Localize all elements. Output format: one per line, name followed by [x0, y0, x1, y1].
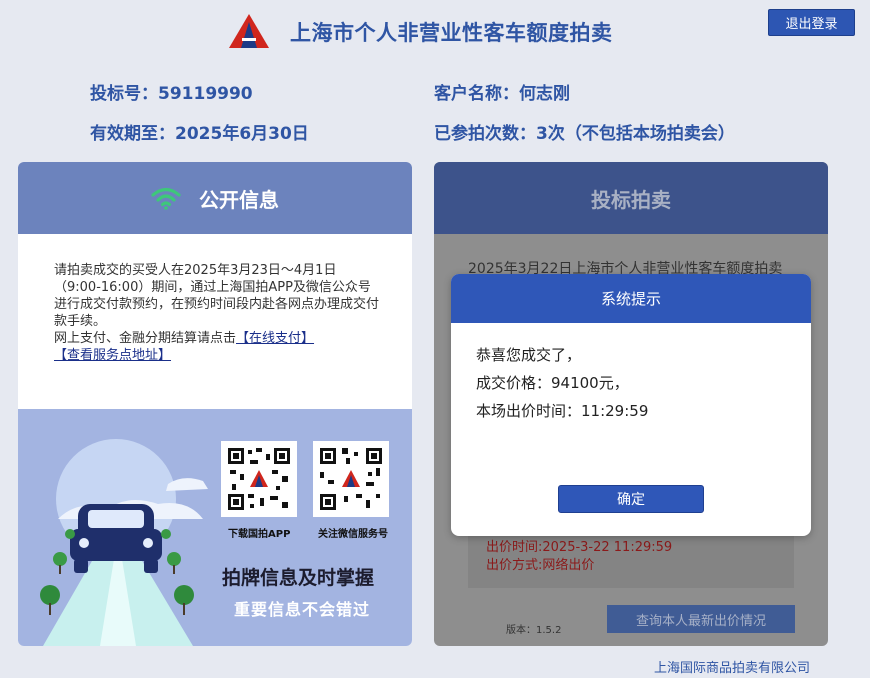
logout-button[interactable]: 退出登录 — [768, 9, 855, 36]
bid-number-label: 投标号： — [90, 84, 158, 104]
customer-name-value: 何志刚 — [519, 84, 570, 104]
customer-name-info: 客户名称：何志刚 — [434, 79, 570, 104]
promo-slogan-sub: 重要信息不会错过 — [234, 600, 371, 619]
valid-until-value: 2025年6月30日 — [175, 124, 309, 144]
promo-slogan-main: 拍牌信息及时掌握 — [222, 567, 375, 589]
wechat-qr-code — [313, 441, 389, 517]
footer-company: 上海国际商品拍卖有限公司 — [654, 661, 811, 676]
valid-until-info: 有效期至：2025年6月30日 — [90, 119, 309, 144]
bid-method-text: 出价方式:网络出价 — [486, 558, 595, 573]
auction-count-value: 3次（不包括本场拍卖会） — [536, 124, 735, 144]
bid-panel-title: 投标拍卖 — [591, 187, 671, 212]
dialog-price-text: 成交价格：94100元， — [476, 374, 629, 392]
app-qr-code — [221, 441, 297, 517]
auction-logo-icon — [229, 14, 269, 48]
car-illustration — [40, 439, 208, 646]
version-label: 版本：1.5.2 — [506, 625, 562, 636]
notice-paragraph: 请拍卖成交的买受人在2025年3月23日～4月1日（9:00-16:00）期间，… — [54, 263, 380, 329]
app-qr-label: 下载国拍APP — [228, 529, 291, 540]
auction-count-info: 已参拍次数：3次（不包括本场拍卖会） — [434, 119, 735, 144]
service-address-link[interactable]: 【查看服务点地址】 — [54, 348, 171, 363]
site-title: 上海市个人非营业性客车额度拍卖 — [290, 21, 613, 45]
notice-text-block: 请拍卖成交的买受人在2025年3月23日～4月1日（9:00-16:00）期间，… — [18, 234, 412, 409]
dialog-time-text: 本场出价时间：11:29:59 — [476, 402, 649, 420]
bid-number-value: 59119990 — [158, 84, 253, 104]
online-payment-text: 网上支付、金融分期结算请点击 — [54, 331, 237, 346]
public-info-title: 公开信息 — [199, 187, 279, 212]
header: 上海市个人非营业性客车额度拍卖 退出登录 — [0, 0, 870, 66]
wechat-qr-label: 关注微信服务号 — [318, 529, 388, 540]
wifi-icon — [151, 187, 181, 210]
bid-time-text: 出价时间:2025-3-22 11:29:59 — [486, 540, 673, 555]
online-payment-link[interactable]: 【在线支付】 — [236, 331, 314, 346]
public-info-panel: 公开信息 请拍卖成交的买受人在2025年3月23日～4月1日（9:00-16:0… — [18, 162, 412, 646]
public-info-header: 公开信息 — [18, 162, 412, 234]
auction-count-label: 已参拍次数： — [434, 124, 536, 144]
system-prompt-dialog: 系统提示 恭喜您成交了， 成交价格：94100元， 本场出价时间：11:29:5… — [451, 274, 811, 536]
promo-banner: 下载国拍APP 关注微信服务号 拍牌信息及时掌握 重要信息不会错过 — [18, 409, 412, 646]
bid-panel-header: 投标拍卖 — [434, 162, 828, 234]
online-payment-line: 网上支付、金融分期结算请点击【在线支付】 — [54, 330, 382, 347]
bid-number-info: 投标号：59119990 — [90, 79, 253, 104]
confirm-button[interactable]: 确定 — [558, 485, 704, 513]
valid-until-label: 有效期至： — [90, 124, 175, 144]
dialog-congrats-text: 恭喜您成交了， — [476, 346, 582, 364]
dialog-title: 系统提示 — [451, 274, 811, 323]
query-latest-bid-button[interactable]: 查询本人最新出价情况 — [607, 605, 795, 633]
customer-name-label: 客户名称： — [434, 84, 519, 104]
